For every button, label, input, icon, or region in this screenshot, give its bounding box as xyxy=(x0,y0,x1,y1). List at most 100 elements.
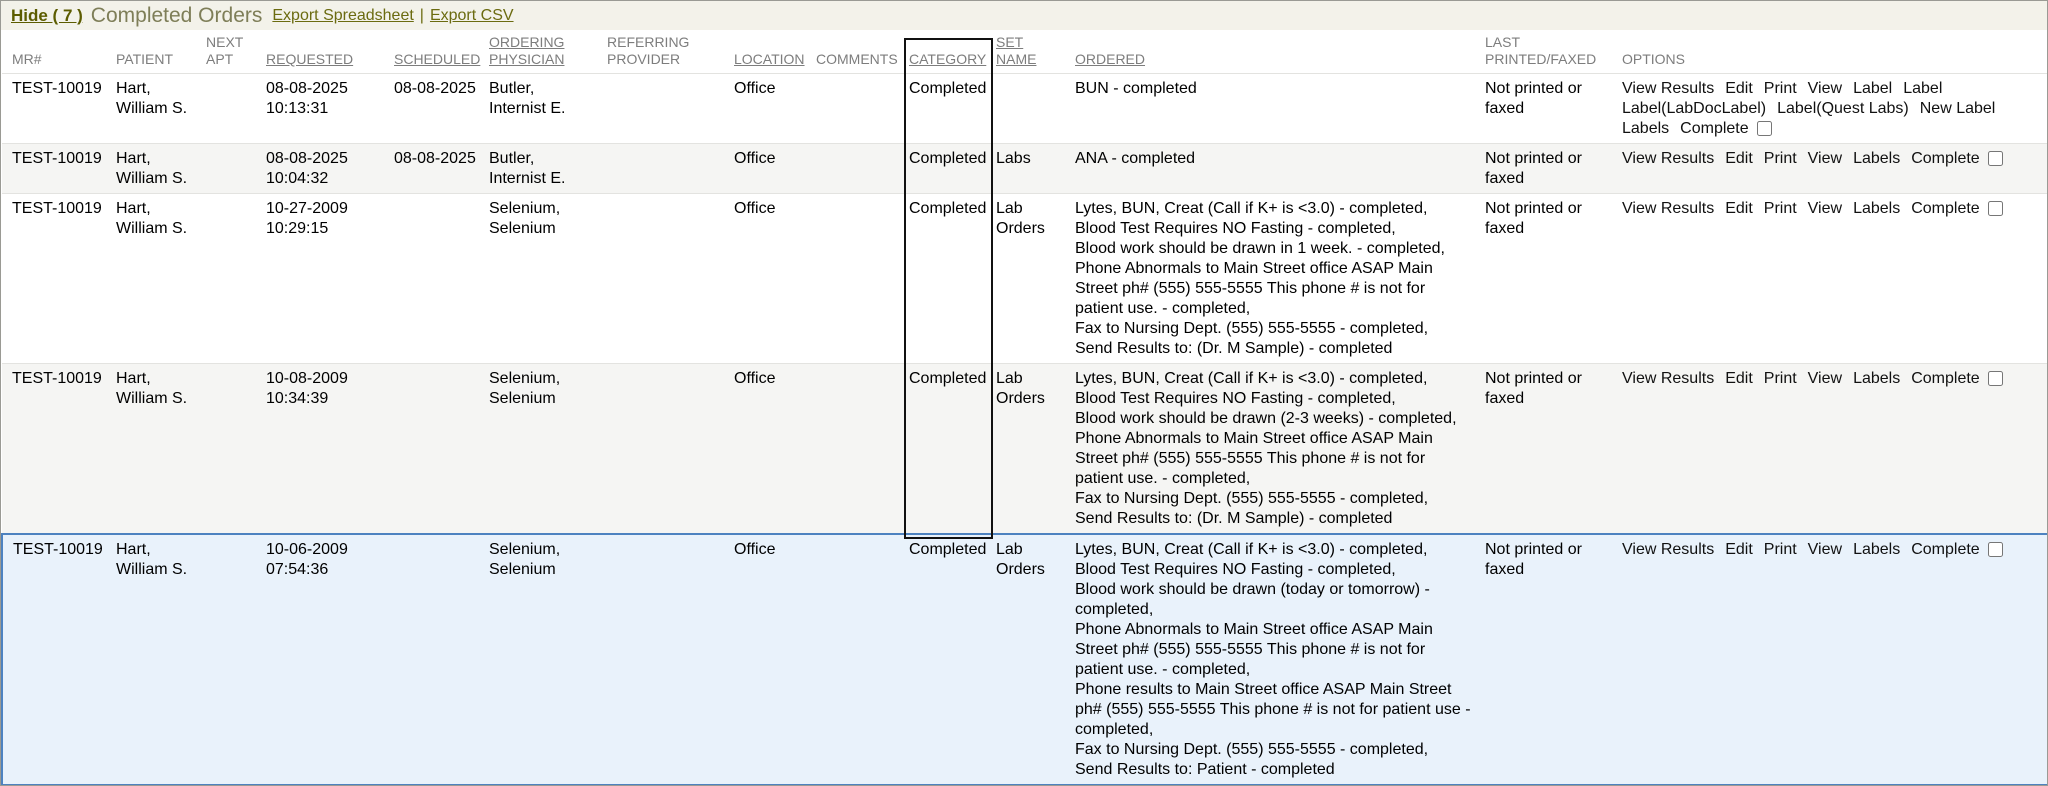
col-category[interactable]: CATEGORY xyxy=(905,30,992,74)
hide-toggle-link[interactable]: Hide ( 7 ) xyxy=(11,6,83,26)
cell-ordering-physician: Selenium, Selenium xyxy=(485,194,603,364)
option-link-edit[interactable]: Edit xyxy=(1725,369,1753,389)
cell-options: View Results Edit Print View Labels Complete xyxy=(1618,144,2048,194)
cell-ordered: BUN - completed xyxy=(1071,74,1481,144)
cell-mr: TEST-10019 xyxy=(2,534,112,785)
option-link-labels[interactable]: Labels xyxy=(1853,199,1900,219)
complete-checkbox[interactable] xyxy=(1988,542,2003,557)
option-link-view[interactable]: View xyxy=(1808,199,1842,219)
col-ordered[interactable]: ORDERED xyxy=(1071,30,1481,74)
export-spreadsheet-link[interactable]: Export Spreadsheet xyxy=(272,7,413,25)
cell-ordered: Lytes, BUN, Creat (Call if K+ is <3.0) -… xyxy=(1071,534,1481,785)
col-location[interactable]: LOCATION xyxy=(730,30,812,74)
complete-checkbox[interactable] xyxy=(1988,151,2003,166)
option-link-print[interactable]: Print xyxy=(1764,149,1797,169)
cell-comments xyxy=(812,194,905,364)
order-row[interactable]: TEST-10019 Hart, William S. 08-08-2025 1… xyxy=(2,144,2048,194)
cell-ordered: Lytes, BUN, Creat (Call if K+ is <3.0) -… xyxy=(1071,194,1481,364)
cell-ordering-physician: Butler, Internist E. xyxy=(485,74,603,144)
option-link-print[interactable]: Print xyxy=(1764,79,1797,99)
cell-last-printed: Not printed or faxed xyxy=(1481,74,1618,144)
cell-scheduled xyxy=(390,194,485,364)
completed-orders-page: Hide ( 7 ) Completed Orders Export Sprea… xyxy=(0,0,2048,786)
export-csv-link[interactable]: Export CSV xyxy=(430,7,514,25)
option-link-print[interactable]: Print xyxy=(1764,199,1797,219)
option-link-view[interactable]: View xyxy=(1808,540,1842,560)
cell-mr: TEST-10019 xyxy=(2,74,112,144)
option-link-view-results[interactable]: View Results xyxy=(1622,79,1714,99)
option-link-view-results[interactable]: View Results xyxy=(1622,369,1714,389)
option-link-edit[interactable]: Edit xyxy=(1725,199,1753,219)
cell-next-apt xyxy=(202,194,262,364)
option-link-labels[interactable]: Labels xyxy=(1853,540,1900,560)
order-row[interactable]: TEST-10019 Hart, William S. 10-08-2009 1… xyxy=(2,364,2048,535)
option-link-labels[interactable]: Labels xyxy=(1622,119,1669,139)
cell-comments xyxy=(812,534,905,785)
order-row[interactable]: TEST-10019 Hart, William S. 10-27-2009 1… xyxy=(2,194,2048,364)
option-link-view[interactable]: View xyxy=(1808,149,1842,169)
col-scheduled[interactable]: SCHEDULED xyxy=(390,30,485,74)
option-link-view-results[interactable]: View Results xyxy=(1622,540,1714,560)
complete-checkbox[interactable] xyxy=(1757,121,1772,136)
option-link-print[interactable]: Print xyxy=(1764,369,1797,389)
option-link-edit[interactable]: Edit xyxy=(1725,79,1753,99)
complete-checkbox[interactable] xyxy=(1988,201,2003,216)
cell-ordering-physician: Butler, Internist E. xyxy=(485,144,603,194)
option-link-edit[interactable]: Edit xyxy=(1725,540,1753,560)
option-link-edit[interactable]: Edit xyxy=(1725,149,1753,169)
cell-requested: 10-27-2009 10:29:15 xyxy=(262,194,390,364)
option-link-labels[interactable]: Labels xyxy=(1853,369,1900,389)
cell-requested: 10-06-2009 07:54:36 xyxy=(262,534,390,785)
option-link-view[interactable]: View xyxy=(1808,369,1842,389)
option-link-label-labdoclabel-[interactable]: Label(LabDocLabel) xyxy=(1622,99,1766,119)
option-link-label[interactable]: Label xyxy=(1853,79,1892,99)
col-requested[interactable]: REQUESTED xyxy=(262,30,390,74)
cell-referring-provider xyxy=(603,534,730,785)
cell-referring-provider xyxy=(603,144,730,194)
cell-category: Completed xyxy=(905,194,992,364)
cell-location: Office xyxy=(730,144,812,194)
col-patient: PATIENT xyxy=(112,30,202,74)
cell-location: Office xyxy=(730,364,812,535)
cell-comments xyxy=(812,144,905,194)
cell-referring-provider xyxy=(603,74,730,144)
col-options: OPTIONS xyxy=(1618,30,2048,74)
cell-next-apt xyxy=(202,144,262,194)
order-row[interactable]: TEST-10019 Hart, William S. 10-06-2009 0… xyxy=(2,534,2048,785)
cell-category: Completed xyxy=(905,534,992,785)
cell-comments xyxy=(812,364,905,535)
orders-table: MR# PATIENT NEXT APT REQUESTED SCHEDULED… xyxy=(1,30,2048,786)
cell-mr: TEST-10019 xyxy=(2,194,112,364)
option-link-print[interactable]: Print xyxy=(1764,540,1797,560)
option-link-labels[interactable]: Labels xyxy=(1853,149,1900,169)
cell-set-name: Lab Orders xyxy=(992,194,1071,364)
cell-ordering-physician: Selenium, Selenium xyxy=(485,534,603,785)
cell-options: View Results Edit Print View Labels Complete xyxy=(1618,194,2048,364)
cell-requested: 08-08-2025 10:13:31 xyxy=(262,74,390,144)
col-comments: COMMENTS xyxy=(812,30,905,74)
option-link-view[interactable]: View xyxy=(1808,79,1842,99)
complete-label: Complete xyxy=(1911,149,1979,169)
option-link-label-quest-labs-[interactable]: Label(Quest Labs) xyxy=(1777,99,1909,119)
cell-referring-provider xyxy=(603,364,730,535)
order-row[interactable]: TEST-10019 Hart, William S. 08-08-2025 1… xyxy=(2,74,2048,144)
cell-options: View ResultsEditPrintViewLabelLabelLabel… xyxy=(1618,74,2048,144)
cell-requested: 08-08-2025 10:04:32 xyxy=(262,144,390,194)
complete-checkbox[interactable] xyxy=(1988,371,2003,386)
cell-ordered: Lytes, BUN, Creat (Call if K+ is <3.0) -… xyxy=(1071,364,1481,535)
option-link-new-label[interactable]: New Label xyxy=(1920,99,1996,119)
cell-last-printed: Not printed or faxed xyxy=(1481,364,1618,535)
cell-category: Completed xyxy=(905,364,992,535)
option-link-view-results[interactable]: View Results xyxy=(1622,199,1714,219)
option-link-label[interactable]: Label xyxy=(1903,79,1942,99)
cell-set-name: Lab Orders xyxy=(992,364,1071,535)
toolbar: Hide ( 7 ) Completed Orders Export Sprea… xyxy=(1,1,2047,30)
col-ordering-physician[interactable]: ORDERING PHYSICIAN xyxy=(485,30,603,74)
complete-label: Complete xyxy=(1911,369,1979,389)
col-set-name[interactable]: SET NAME xyxy=(992,30,1071,74)
option-link-view-results[interactable]: View Results xyxy=(1622,149,1714,169)
cell-comments xyxy=(812,74,905,144)
complete-label: Complete xyxy=(1911,199,1979,219)
cell-options: View ResultsEditPrintViewLabelsComplete xyxy=(1618,534,2048,785)
cell-next-apt xyxy=(202,74,262,144)
